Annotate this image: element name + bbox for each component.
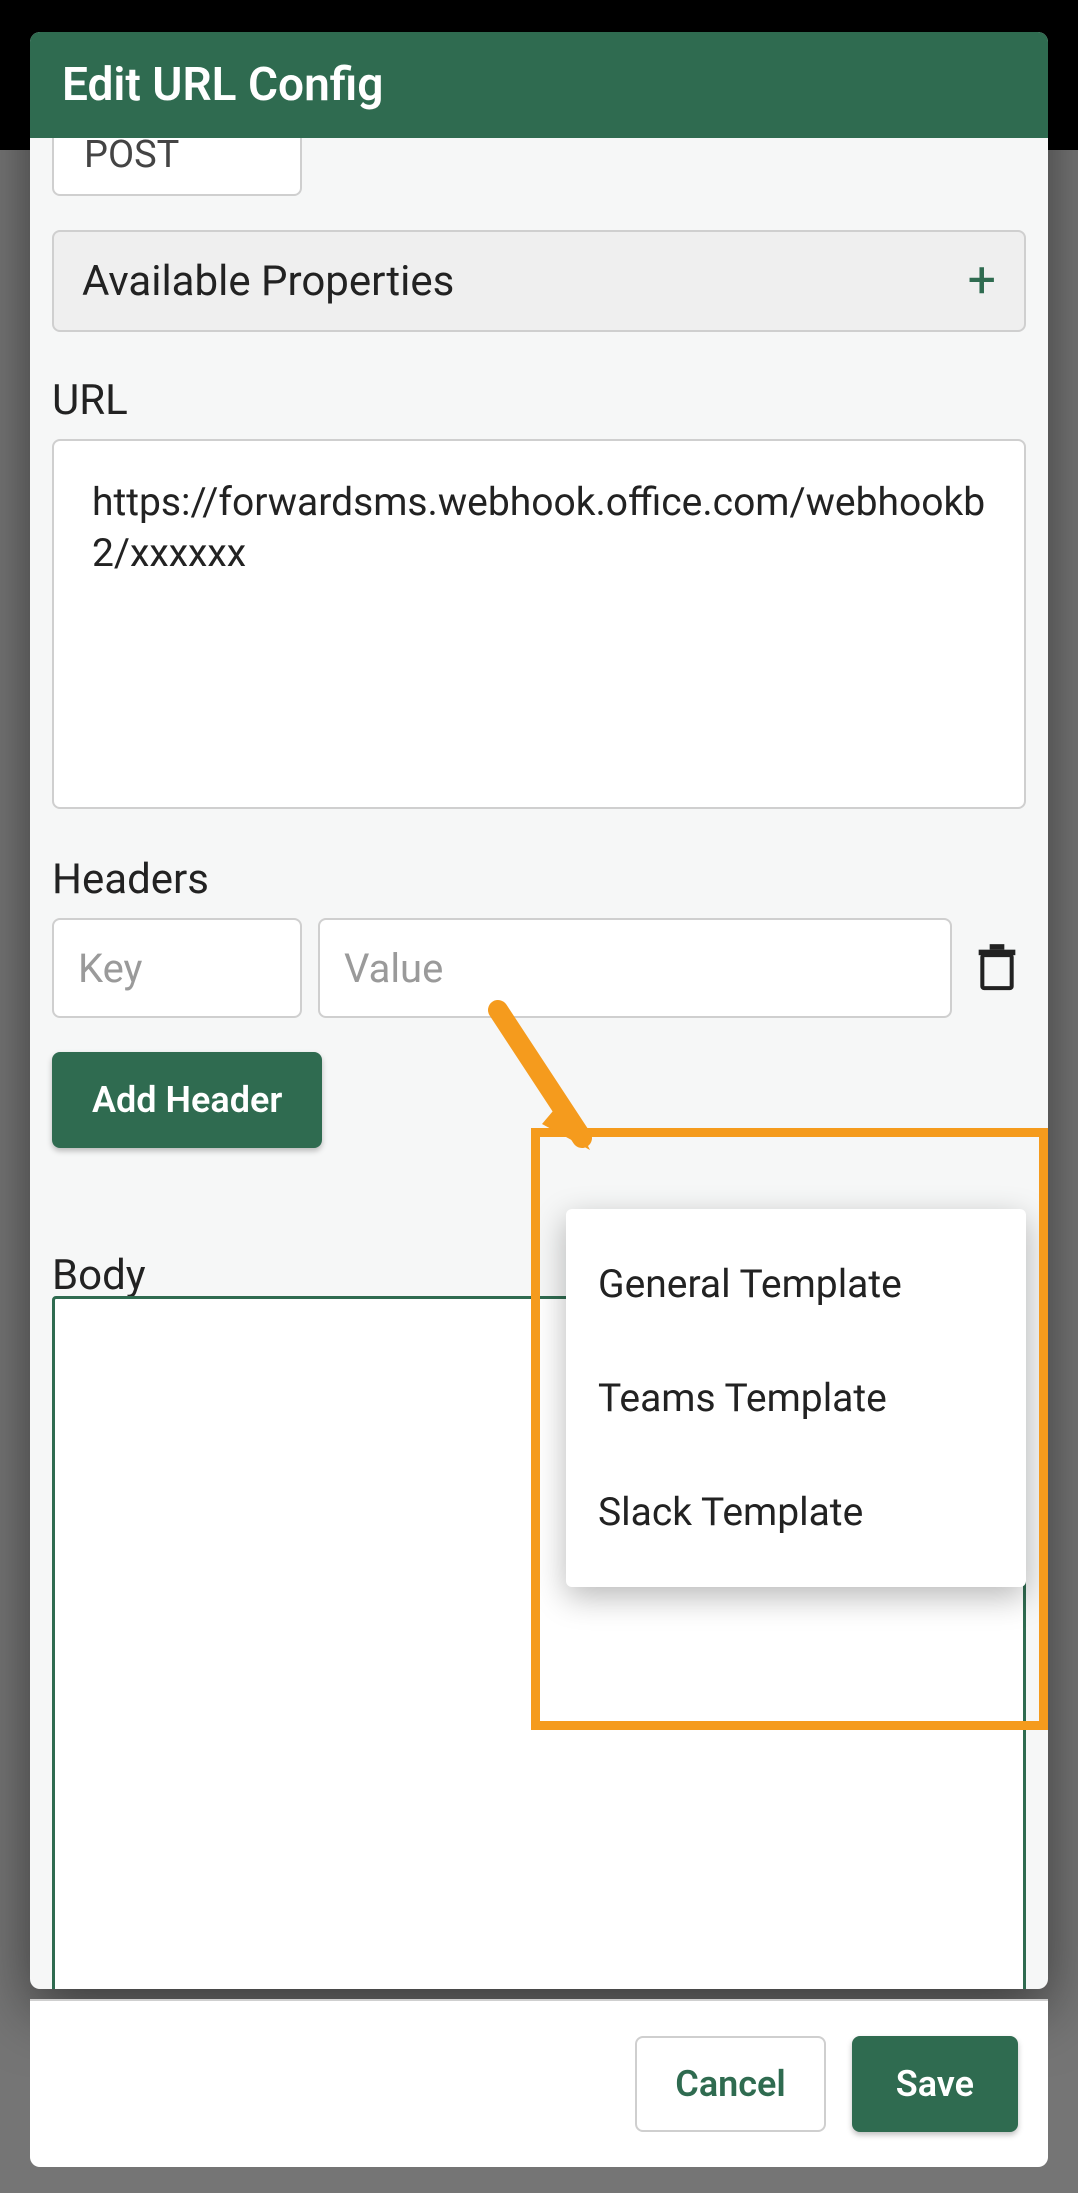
cancel-button[interactable]: Cancel	[635, 2036, 825, 2132]
dialog-body: POST Available Properties + URL Headers	[30, 138, 1048, 1989]
http-method-select[interactable]: POST	[52, 138, 302, 196]
url-label: URL	[52, 376, 1026, 425]
delete-header-button[interactable]	[968, 939, 1026, 997]
template-option-teams[interactable]: Teams Template	[566, 1341, 1026, 1455]
templates-dropdown-menu: General Template Teams Template Slack Te…	[566, 1209, 1026, 1587]
dialog-footer: Cancel Save	[30, 1999, 1048, 2167]
url-input[interactable]	[52, 439, 1026, 809]
header-row	[52, 918, 1026, 1018]
available-properties-panel[interactable]: Available Properties +	[52, 230, 1026, 332]
trash-icon	[975, 944, 1019, 992]
save-button[interactable]: Save	[852, 2036, 1018, 2132]
plus-icon: +	[968, 256, 996, 306]
header-key-input[interactable]	[52, 918, 302, 1018]
headers-section: Headers Add Header	[52, 855, 1026, 1148]
body-label: Body	[52, 1251, 146, 1300]
template-option-slack[interactable]: Slack Template	[566, 1455, 1026, 1569]
dialog-title: Edit URL Config	[30, 32, 1048, 138]
template-option-general[interactable]: General Template	[566, 1227, 1026, 1341]
header-value-input[interactable]	[318, 918, 952, 1018]
add-header-button[interactable]: Add Header	[52, 1052, 322, 1148]
headers-label: Headers	[52, 855, 1026, 904]
http-method-value: POST	[84, 138, 179, 177]
edit-url-config-dialog: Edit URL Config POST Available Propertie…	[30, 32, 1048, 1989]
available-properties-title: Available Properties	[82, 257, 454, 306]
